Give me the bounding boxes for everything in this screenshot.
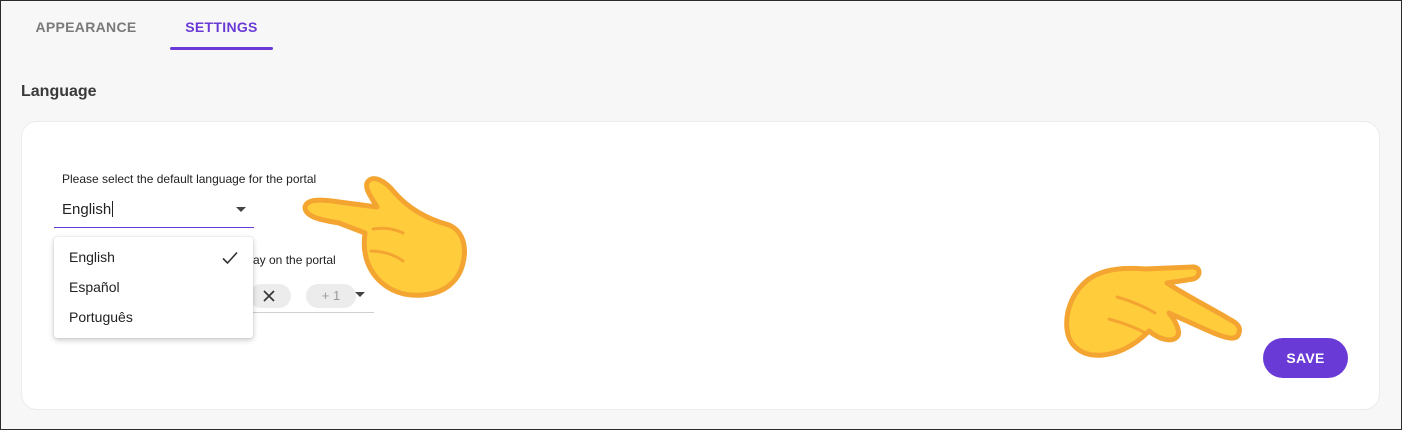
default-language-label: Please select the default language for t… <box>62 172 317 186</box>
menu-item-label: English <box>69 249 115 265</box>
pointing-hand-icon <box>302 176 467 298</box>
menu-item-label: Español <box>69 279 120 295</box>
language-dropdown-menu: English Español Português <box>54 237 253 338</box>
active-tab-indicator <box>170 47 273 50</box>
save-button[interactable]: SAVE <box>1263 338 1348 378</box>
check-icon <box>222 251 238 265</box>
chip-remove-button[interactable] <box>249 284 291 308</box>
tab-settings[interactable]: SETTINGS <box>170 1 273 51</box>
section-title: Language <box>21 83 97 100</box>
text-cursor <box>112 201 114 217</box>
menu-item-portugues[interactable]: Português <box>54 303 253 333</box>
dropdown-arrow-icon[interactable] <box>236 207 246 212</box>
default-language-value: English <box>62 201 114 218</box>
default-language-select[interactable]: English <box>54 194 254 228</box>
settings-tabs: APPEARANCE SETTINGS <box>1 1 1401 51</box>
tab-appearance[interactable]: APPEARANCE <box>23 1 149 51</box>
pointing-hand-icon <box>1064 264 1242 358</box>
menu-item-espanol[interactable]: Español <box>54 273 253 303</box>
menu-item-label: Português <box>69 309 133 325</box>
close-icon <box>263 290 275 302</box>
menu-item-english[interactable]: English <box>54 243 253 273</box>
